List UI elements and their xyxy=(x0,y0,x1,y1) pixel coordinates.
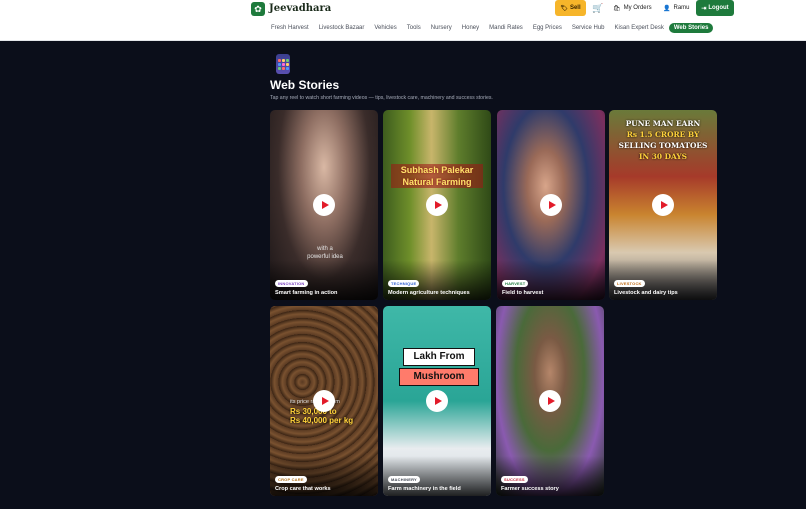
reel-card[interactable]: its price ranges from Rs 30,000 to Rs 40… xyxy=(270,306,378,496)
reel-tag: MACHINERY xyxy=(388,476,420,483)
brand-name: Jeevadhara xyxy=(269,3,332,14)
reel-card[interactable]: Lakh From Mushroom MACHINERY Farm machin… xyxy=(383,306,491,496)
reel-card[interactable]: HARVEST Field to harvest xyxy=(497,110,605,300)
play-icon[interactable] xyxy=(539,390,561,412)
cart-icon[interactable]: 🛒 xyxy=(592,2,604,14)
top-bar: ✿ Jeevadhara 🏷 Sell 🛒 🛍 My Orders 👤 Ramu… xyxy=(0,0,806,18)
nav-kisan-expert-desk[interactable]: Kisan Expert Desk xyxy=(610,23,669,33)
basket-icon: 🛍 xyxy=(613,5,621,12)
play-icon[interactable] xyxy=(426,390,448,412)
logout-button[interactable]: ⇥ Logout xyxy=(696,0,734,16)
nav-tools[interactable]: Tools xyxy=(402,23,426,33)
nav-egg-prices[interactable]: Egg Prices xyxy=(528,23,567,33)
user-icon: 👤 xyxy=(663,5,671,12)
reel-caption: Crop care that works xyxy=(275,486,331,492)
user-menu[interactable]: 👤 Ramu xyxy=(663,2,690,14)
reel-card[interactable]: Subhash Palekar Natural Farming TECHNIQU… xyxy=(383,110,491,300)
nav-vehicles[interactable]: Vehicles xyxy=(369,23,401,33)
play-icon[interactable] xyxy=(313,390,335,412)
page-title: Web Stories xyxy=(270,78,340,92)
nav-mandi-rates[interactable]: Mandi Rates xyxy=(484,23,528,33)
reel-overlay-text: with a powerful idea xyxy=(307,246,343,260)
reel-overlay-text: Lakh From Mushroom xyxy=(399,348,479,386)
play-icon[interactable] xyxy=(313,194,335,216)
nav-web-stories[interactable]: Web Stories xyxy=(668,23,714,33)
brand-logo[interactable]: ✿ Jeevadhara xyxy=(251,1,331,16)
reel-overlay-text: PUNE MAN EARN Rs 1.5 CRORE BY SELLING TO… xyxy=(618,119,708,161)
sell-button[interactable]: 🏷 Sell xyxy=(555,0,586,16)
reel-caption: Field to harvest xyxy=(502,290,544,296)
play-icon[interactable] xyxy=(540,194,562,216)
my-orders-link[interactable]: 🛍 My Orders xyxy=(613,2,652,14)
reel-overlay-text: Subhash Palekar Natural Farming xyxy=(391,164,483,188)
reel-card[interactable]: with a powerful idea INNOVATION Smart far… xyxy=(270,110,378,300)
reel-tag: CROP CARE xyxy=(275,476,307,483)
reel-card[interactable]: SUCCESS Farmer success story xyxy=(496,306,604,496)
reel-tag: HARVEST xyxy=(502,280,529,287)
nav-livestock-bazaar[interactable]: Livestock Bazaar xyxy=(314,23,370,33)
nav-nursery[interactable]: Nursery xyxy=(426,23,457,33)
reel-caption: Modern agriculture techniques xyxy=(388,290,470,296)
page-subtitle: Tap any reel to watch short farming vide… xyxy=(270,95,493,101)
reel-card[interactable]: PUNE MAN EARN Rs 1.5 CRORE BY SELLING TO… xyxy=(609,110,717,300)
leaf-icon: ✿ xyxy=(251,1,265,16)
reel-caption: Livestock and dairy tips xyxy=(614,290,678,296)
category-nav: Fresh Harvest Livestock Bazaar Vehicles … xyxy=(0,18,806,41)
reel-caption: Smart farming in action xyxy=(275,290,338,296)
play-icon[interactable] xyxy=(426,194,448,216)
nav-honey[interactable]: Honey xyxy=(457,23,484,33)
nav-fresh-harvest[interactable]: Fresh Harvest xyxy=(266,23,314,33)
tag-icon: 🏷 xyxy=(560,5,568,12)
nav-service-hub[interactable]: Service Hub xyxy=(567,23,610,33)
reel-tag: LIVESTOCK xyxy=(614,280,645,287)
mobile-app-icon xyxy=(276,54,290,74)
logout-icon: ⇥ xyxy=(701,5,707,12)
reel-tag: SUCCESS xyxy=(501,476,528,483)
reel-tag: TECHNIQUE xyxy=(388,280,420,287)
reel-tag: INNOVATION xyxy=(275,280,308,287)
play-icon[interactable] xyxy=(652,194,674,216)
reel-caption: Farmer success story xyxy=(501,486,559,492)
reel-caption: Farm machinery in the field xyxy=(388,486,461,492)
